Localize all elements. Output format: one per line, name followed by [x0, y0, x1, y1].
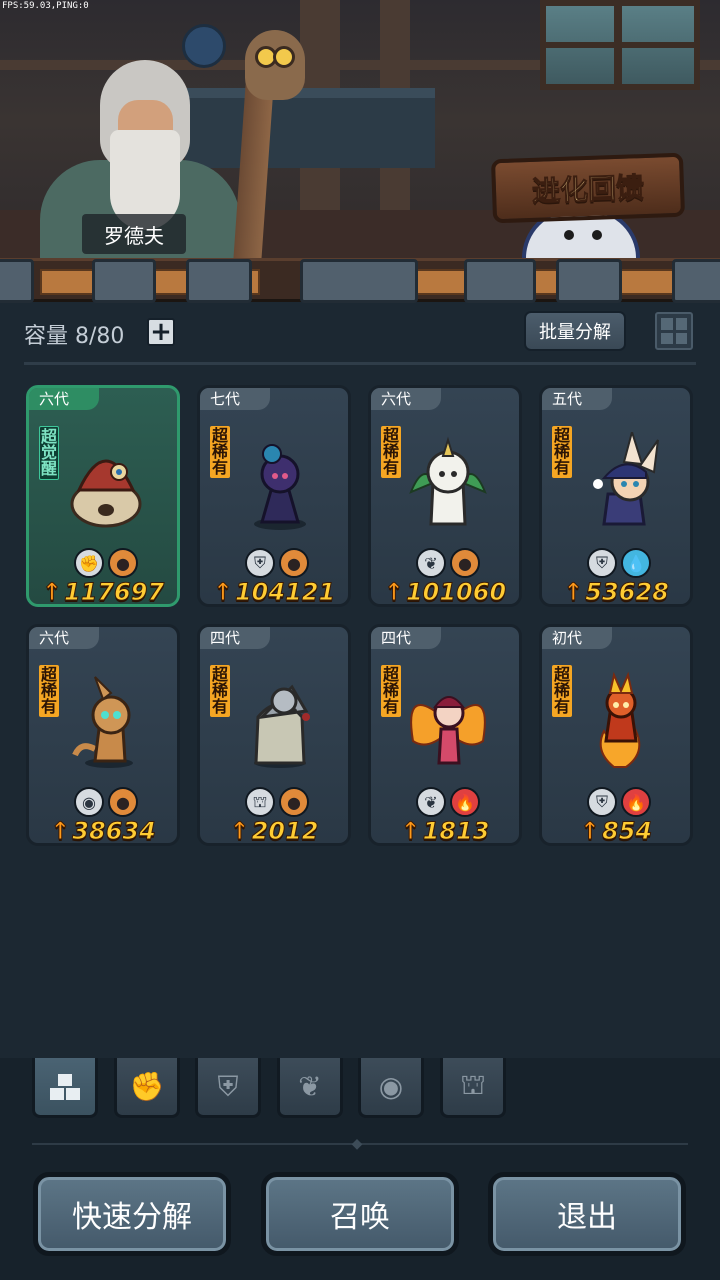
- filter-tab-sprout[interactable]: ❦: [277, 1058, 343, 1118]
- fire-element-icon: 🔥: [450, 787, 480, 817]
- fire-element-icon: 🔥: [621, 787, 651, 817]
- divider: [24, 362, 696, 365]
- rarity-badge: 超稀有: [210, 426, 230, 478]
- power-value: ↑101060: [383, 578, 507, 606]
- earth-element-icon: ●: [108, 787, 138, 817]
- sprout-icon: ❦: [416, 787, 446, 817]
- add-capacity-button[interactable]: +: [147, 318, 175, 346]
- earth-element-icon: ●: [279, 787, 309, 817]
- sprout-icon: ❦: [416, 548, 446, 578]
- rarity-badge: 超稀有: [552, 665, 572, 717]
- helm-icon: ⛫: [245, 787, 275, 817]
- monster-sprite-icon: [254, 444, 306, 530]
- generation-tag: 七代: [200, 388, 270, 410]
- shield-icon: ⛨: [245, 548, 275, 578]
- generation-tag: 四代: [200, 627, 270, 649]
- generation-tag: 六代: [371, 388, 441, 410]
- monster-card[interactable]: 初代 超稀有 ⛨ 🔥 ↑854: [539, 624, 693, 846]
- rarity-badge: 超稀有: [552, 426, 572, 478]
- monster-sprite-icon: [599, 671, 641, 768]
- monster-card[interactable]: 五代 超稀有 ⛨ 💧 ↑53628: [539, 385, 693, 607]
- monster-sprite-icon: [254, 684, 310, 768]
- monster-card[interactable]: 四代 超稀有 ❦ 🔥 ↑1813: [368, 624, 522, 846]
- shield-icon: ⛨: [217, 1069, 239, 1103]
- filter-tab-all[interactable]: [32, 1058, 98, 1118]
- filter-tab-shield[interactable]: ⛨: [195, 1058, 261, 1118]
- rarity-badge: 超稀有: [210, 665, 230, 717]
- grid-view-icon[interactable]: [655, 312, 693, 350]
- monster-card[interactable]: 六代 超稀有 ❦ ● ↑101060: [368, 385, 522, 607]
- power-value: ↑53628: [563, 578, 670, 606]
- generation-tag: 六代: [29, 627, 99, 649]
- alien-icon: ◉: [74, 787, 104, 817]
- owl-icon: [245, 30, 305, 100]
- power-value: ↑117697: [41, 578, 165, 606]
- monster-card[interactable]: 六代 超稀有 ◉ ● ↑38634: [26, 624, 180, 846]
- monster-card[interactable]: 六代 超觉醒 ✊ ● ↑117697: [26, 385, 180, 607]
- study-scene: 罗德夫 进化回馈: [0, 0, 720, 268]
- monster-card[interactable]: 七代 超稀有 ⛨ ● ↑104121: [197, 385, 351, 607]
- filter-tab-fist[interactable]: ✊: [114, 1058, 180, 1118]
- evolve-feedback-button[interactable]: 进化回馈: [490, 152, 686, 224]
- generation-tag: 五代: [542, 388, 612, 410]
- power-value: ↑1813: [400, 817, 490, 845]
- monster-sprite-icon: [410, 696, 486, 765]
- helm-icon: ⛫: [460, 1068, 486, 1101]
- generation-tag: 六代: [29, 388, 99, 410]
- rarity-badge: 超稀有: [381, 665, 401, 717]
- water-element-icon: 💧: [621, 548, 651, 578]
- capacity-label: 容量 8/80: [24, 324, 125, 349]
- alien-icon: ◉: [378, 1070, 404, 1103]
- earth-element-icon: ●: [108, 548, 138, 578]
- power-value: ↑854: [579, 817, 653, 845]
- filter-tab-alien[interactable]: ◉: [358, 1058, 424, 1118]
- monster-card[interactable]: 四代 超稀有 ⛫ ● ↑2012: [197, 624, 351, 846]
- earth-element-icon: ●: [279, 548, 309, 578]
- summon-button[interactable]: 召唤: [261, 1172, 459, 1256]
- generation-tag: 四代: [371, 627, 441, 649]
- power-value: ↑104121: [212, 578, 336, 606]
- window: [540, 0, 700, 90]
- all-blocks-icon: [50, 1073, 80, 1100]
- power-value: ↑2012: [229, 817, 319, 845]
- batch-decompose-button[interactable]: 批量分解: [524, 311, 626, 351]
- rarity-badge: 超觉醒: [39, 426, 59, 480]
- diamond-icon: ◆: [351, 1136, 363, 1152]
- shield-icon: ⛨: [587, 787, 617, 817]
- generation-tag: 初代: [542, 627, 612, 649]
- power-value: ↑38634: [50, 817, 157, 845]
- monster-sprite-icon: [593, 432, 659, 526]
- rarity-badge: 超稀有: [381, 426, 401, 478]
- monster-sprite-icon: [409, 436, 487, 526]
- earth-element-icon: ●: [450, 548, 480, 578]
- quick-decompose-button[interactable]: 快速分解: [33, 1172, 231, 1256]
- monster-sprite-icon: [72, 676, 133, 768]
- fps-readout: FPS:59.03,PING:0: [2, 1, 89, 11]
- monster-sprite-icon: [70, 459, 142, 528]
- header-rail: [0, 258, 720, 303]
- npc-name: 罗德夫: [82, 214, 186, 254]
- fist-icon: ✊: [74, 548, 104, 578]
- exit-button[interactable]: 退出: [488, 1172, 686, 1256]
- fist-icon: ✊: [129, 1070, 165, 1103]
- shield-icon: ⛨: [587, 548, 617, 578]
- sprout-icon: ❦: [298, 1070, 322, 1103]
- filter-tab-helm[interactable]: ⛫: [440, 1058, 506, 1118]
- rarity-badge: 超稀有: [39, 665, 59, 717]
- monster-storage-screen: FPS:59.03,PING:0 罗德夫 进化回馈 容量 8/80 + 批量分解…: [0, 0, 720, 1280]
